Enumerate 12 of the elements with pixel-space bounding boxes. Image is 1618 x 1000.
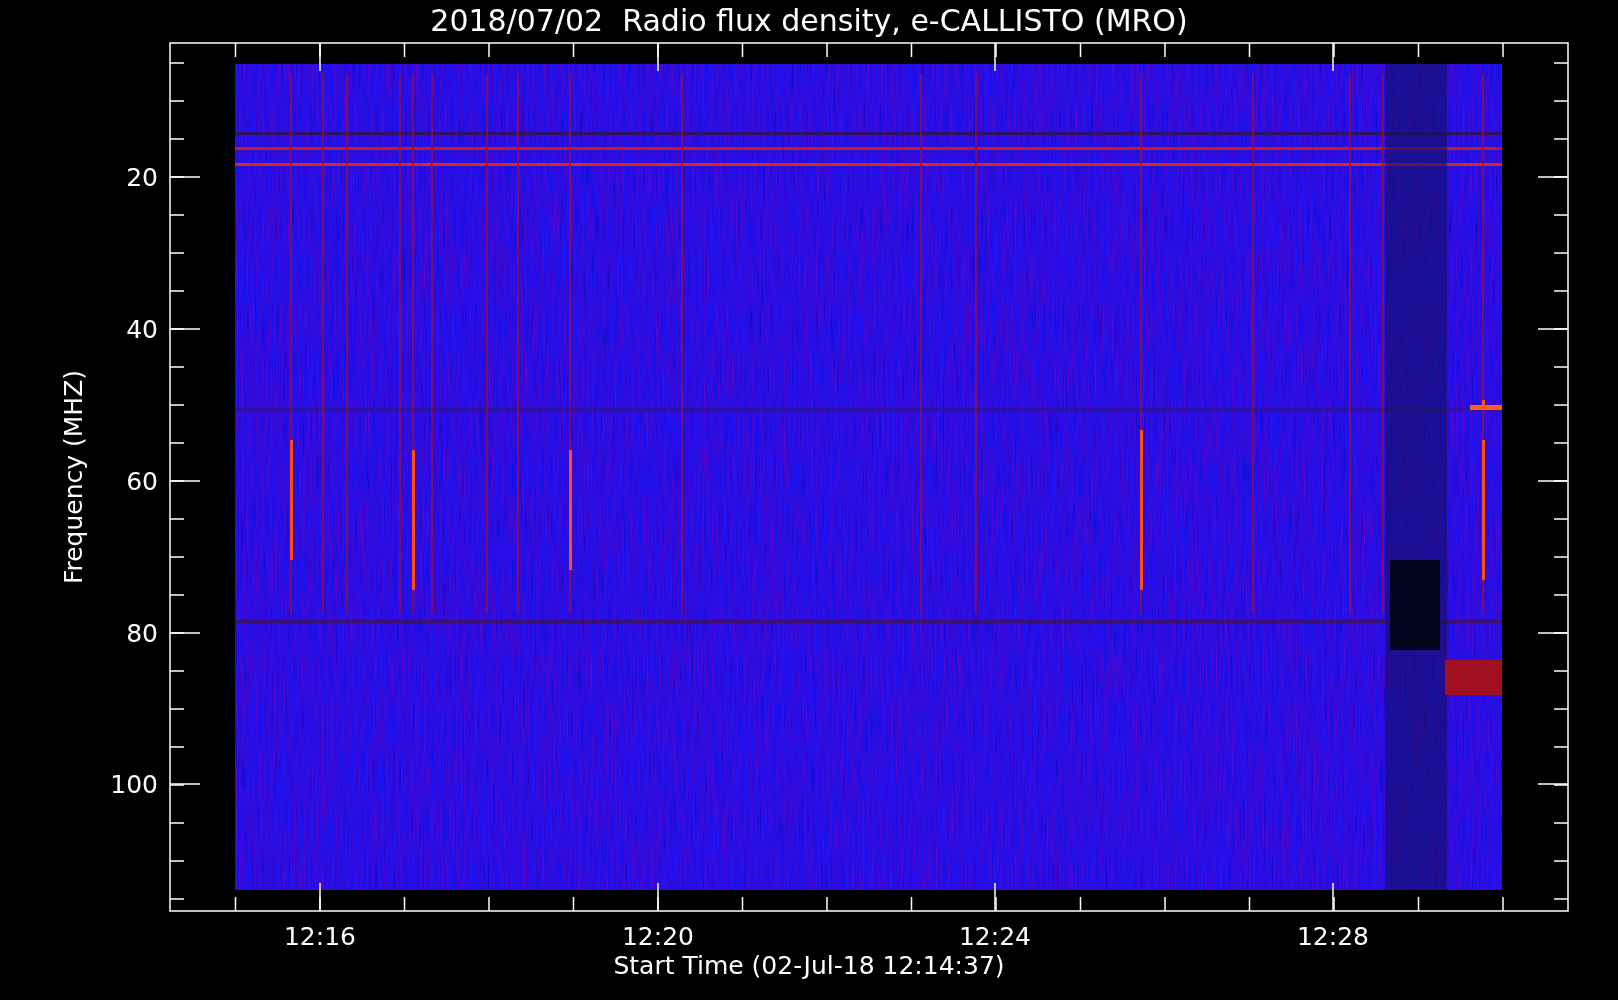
axis-tick-label: 40 (126, 315, 158, 344)
axis-tick-label: 80 (126, 619, 158, 648)
axis-tick-label: 60 (126, 467, 158, 496)
axis-tick-label: 12:28 (1297, 922, 1369, 951)
axis-title: Frequency (MHZ) (59, 369, 88, 585)
axis-tick-label: 12:24 (959, 922, 1031, 951)
axis-title: Start Time (02-Jul-18 12:14:37) (613, 951, 1005, 980)
axis-tick-label: 12:20 (622, 922, 694, 951)
axis-tick-label: 20 (126, 163, 158, 192)
axis-tick-label: 12:16 (284, 922, 356, 951)
chart-title: 2018/07/02 Radio flux density, e-CALLISTO (MRO) (430, 3, 1188, 38)
axis-tick-label: 100 (110, 770, 158, 799)
